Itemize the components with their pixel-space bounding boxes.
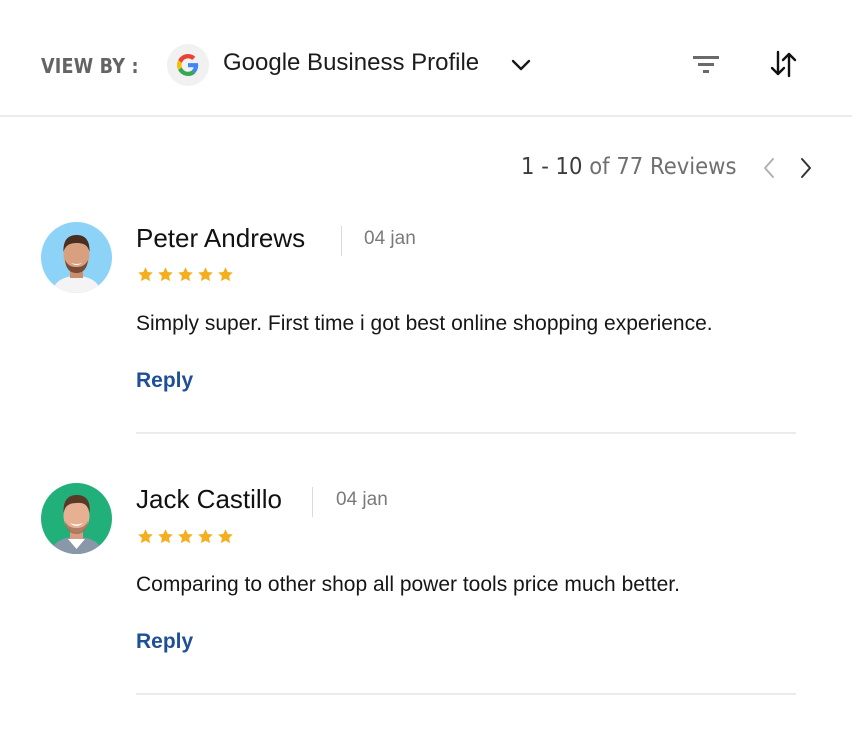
star-icon — [218, 267, 233, 282]
avatar — [41, 222, 112, 293]
google-g-icon — [167, 44, 209, 86]
previous-page-button[interactable] — [760, 156, 778, 185]
chevron-down-icon[interactable] — [511, 58, 531, 77]
review-text: Comparing to other shop all power tools … — [136, 573, 680, 596]
chevron-right-icon — [801, 158, 811, 178]
pagination-summary: 1 - 10 of 77 Reviews — [521, 154, 737, 180]
sort-arrows-icon — [770, 50, 797, 78]
chevron-left-icon — [764, 158, 774, 178]
reviewer-name: Peter Andrews — [136, 223, 306, 253]
review-date: 04 jan — [364, 228, 416, 249]
name-date-separator — [341, 226, 342, 256]
star-icon — [178, 267, 193, 282]
star-icon — [138, 267, 153, 282]
star-rating — [137, 266, 234, 283]
star-rating — [137, 528, 234, 545]
name-date-separator — [312, 487, 313, 517]
reply-link[interactable]: Reply — [136, 369, 193, 393]
view-by-toolbar: VIEW BY : Google Business Profile — [0, 0, 852, 117]
filter-icon — [693, 56, 719, 73]
star-icon — [158, 267, 173, 282]
reply-link[interactable]: Reply — [136, 630, 193, 654]
star-icon — [198, 267, 213, 282]
review-text: Simply super. First time i got best onli… — [136, 312, 713, 335]
source-select[interactable]: Google Business Profile — [223, 46, 479, 80]
next-page-button[interactable] — [797, 156, 815, 185]
sort-button[interactable] — [768, 48, 800, 80]
filter-button[interactable] — [690, 52, 722, 78]
pagination-range: 1 - 10 — [521, 154, 583, 180]
pagination: 1 - 10 of 77 Reviews — [0, 152, 852, 182]
pagination-total: of 77 Reviews — [589, 154, 737, 180]
avatar — [41, 483, 112, 554]
review-divider — [136, 693, 796, 695]
view-by-label: VIEW BY : — [41, 54, 139, 78]
review-date: 04 jan — [336, 489, 388, 510]
star-icon — [218, 529, 233, 544]
star-icon — [158, 529, 173, 544]
reviewer-name: Jack Castillo — [136, 484, 282, 514]
star-icon — [138, 529, 153, 544]
star-icon — [178, 529, 193, 544]
star-icon — [198, 529, 213, 544]
review-divider — [136, 432, 796, 434]
